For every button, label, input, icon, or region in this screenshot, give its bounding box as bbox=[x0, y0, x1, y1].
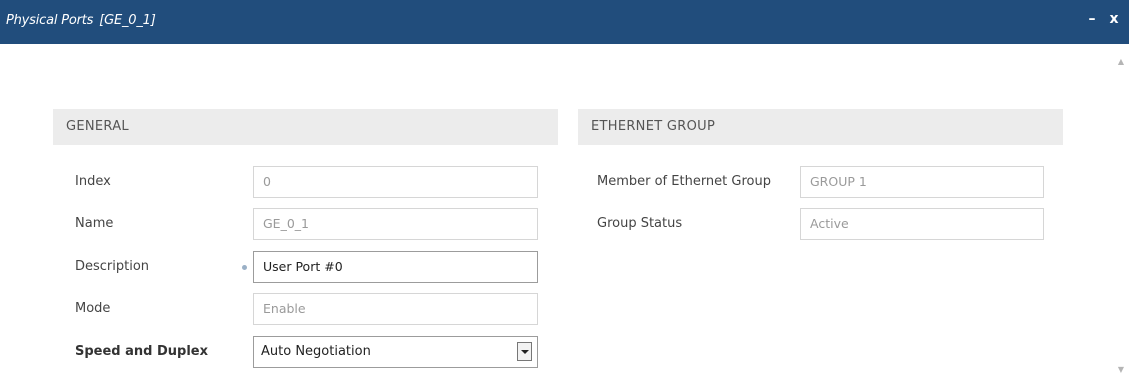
window-title: Physical Ports [GE_0_1] bbox=[6, 13, 156, 28]
general-section-header: GENERAL bbox=[53, 109, 558, 145]
speed-duplex-label: Speed and Duplex bbox=[75, 344, 209, 359]
group-status-label: Group Status bbox=[597, 216, 683, 231]
window-title-port: [GE_0_1] bbox=[99, 13, 156, 28]
index-field: 0 bbox=[253, 166, 538, 198]
modified-indicator-icon bbox=[242, 265, 247, 270]
description-input[interactable]: User Port #0 bbox=[253, 251, 538, 283]
close-button[interactable]: x bbox=[1105, 10, 1123, 28]
name-field: GE_0_1 bbox=[253, 208, 538, 240]
name-label: Name bbox=[75, 216, 114, 231]
scroll-down-arrow-icon[interactable]: ▼ bbox=[1116, 365, 1126, 375]
window-titlebar: Physical Ports [GE_0_1] – x bbox=[0, 0, 1129, 44]
member-of-ethernet-group-field: GROUP 1 bbox=[800, 166, 1044, 198]
scroll-up-arrow-icon[interactable]: ▲ bbox=[1116, 57, 1126, 67]
index-label: Index bbox=[75, 174, 111, 189]
mode-label: Mode bbox=[75, 301, 111, 316]
dropdown-arrow-icon[interactable] bbox=[517, 342, 532, 361]
member-of-ethernet-group-label: Member of Ethernet Group bbox=[597, 174, 771, 189]
description-label: Description bbox=[75, 259, 150, 274]
mode-field: Enable bbox=[253, 293, 538, 325]
speed-duplex-select[interactable]: Auto Negotiation bbox=[253, 336, 538, 368]
ethernet-group-section-header: ETHERNET GROUP bbox=[578, 109, 1063, 145]
minimize-button[interactable]: – bbox=[1083, 10, 1101, 28]
group-status-field: Active bbox=[800, 208, 1044, 240]
window-title-text: Physical Ports bbox=[6, 13, 94, 28]
speed-duplex-selected-value: Auto Negotiation bbox=[261, 344, 371, 359]
